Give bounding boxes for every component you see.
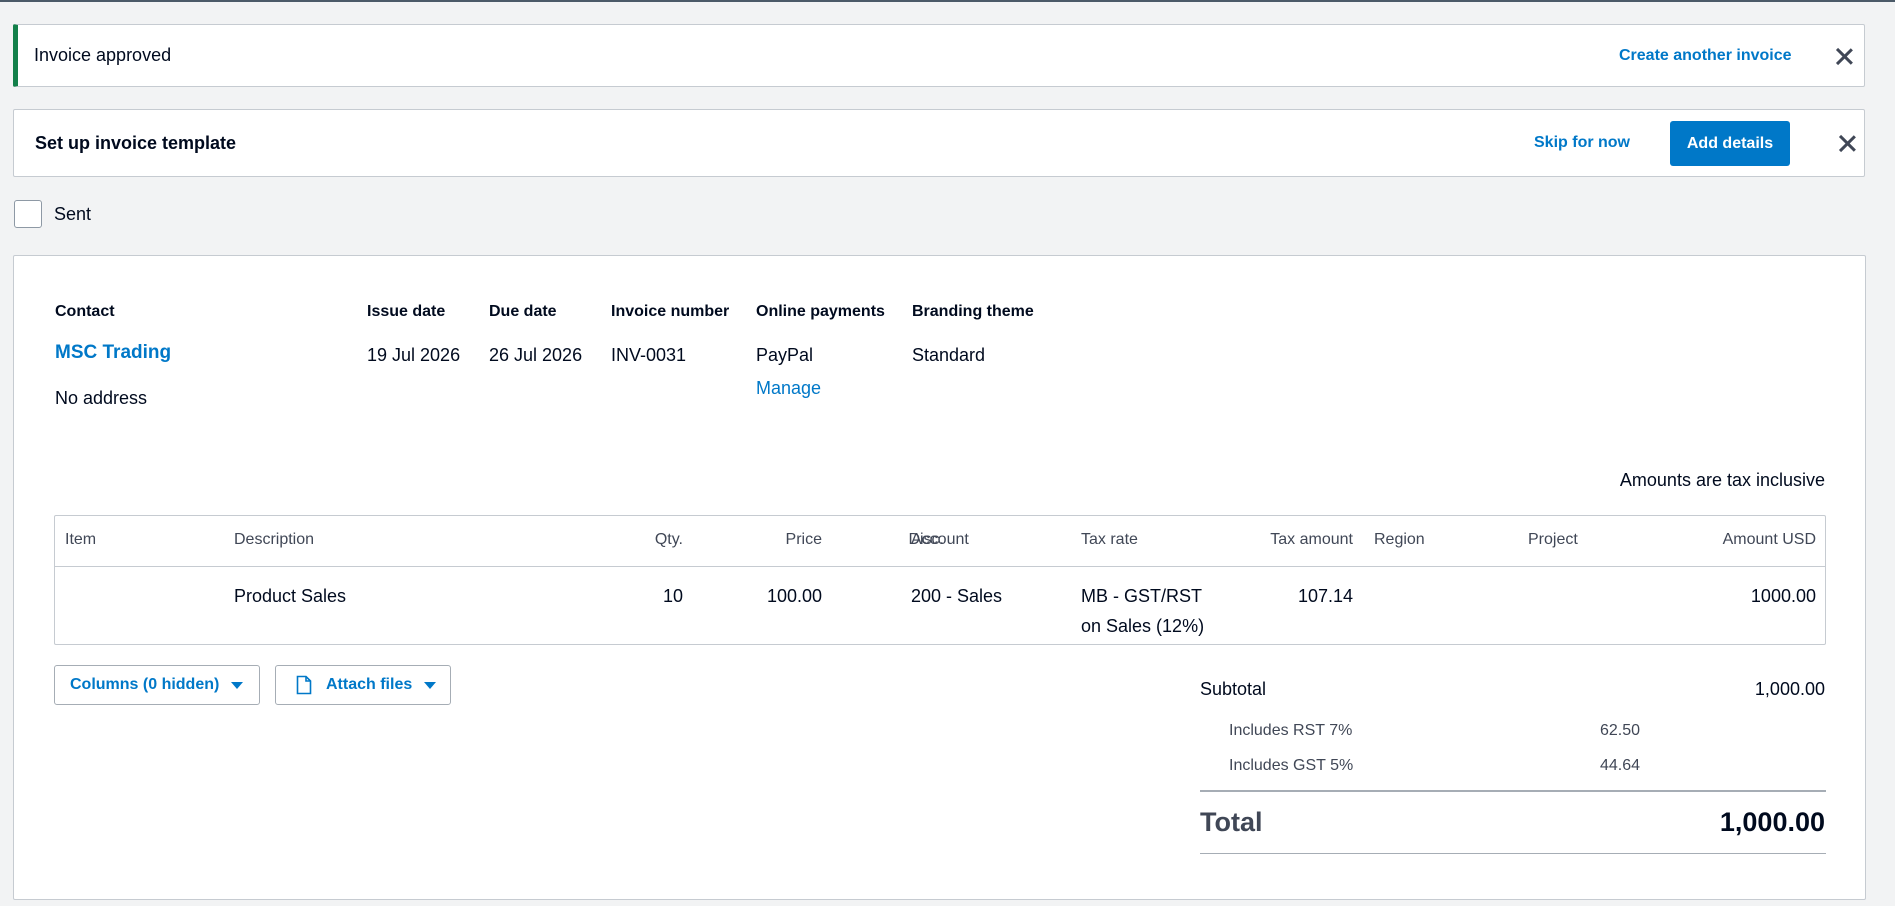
contact-address: No address — [55, 388, 148, 408]
row-tax-rate[interactable]: MB - GST/RST on Sales (12%) — [1081, 581, 1204, 641]
add-details-button[interactable]: Add details — [1670, 121, 1790, 166]
contact-label: Contact — [55, 303, 115, 320]
column-header-region: Region — [1374, 531, 1425, 548]
gst-tax-value: 44.64 — [1599, 757, 1640, 774]
invoice-number-label: Invoice number — [611, 303, 730, 320]
row-tax-rate-line1: MB - GST/RST — [1081, 586, 1202, 606]
total-bottom-divider — [1200, 853, 1826, 854]
payment-provider: PayPal — [756, 345, 814, 365]
due-date-label: Due date — [489, 303, 557, 320]
invoice-number-value: INV-0031 — [611, 345, 687, 365]
columns-button-label: Columns (0 hidden) — [70, 676, 220, 693]
gst-tax-label: Includes GST 5% — [1229, 757, 1354, 774]
issue-date-value: 19 Jul 2026 — [367, 345, 461, 365]
row-tax-rate-line2: on Sales (12%) — [1081, 616, 1205, 636]
chevron-down-icon — [231, 681, 244, 689]
total-divider — [1200, 790, 1826, 792]
invoice-approved-banner: Invoice approved Create another invoice — [13, 24, 1865, 87]
close-icon[interactable] — [1833, 45, 1855, 67]
tax-inclusive-note[interactable]: Amounts are tax inclusive — [1620, 470, 1825, 491]
columns-dropdown-button[interactable]: Columns (0 hidden) — [54, 665, 260, 705]
row-price[interactable]: 100.00 — [767, 581, 822, 611]
document-icon — [296, 675, 312, 695]
rst-tax-label: Includes RST 7% — [1229, 722, 1353, 739]
chevron-down-icon — [424, 681, 437, 689]
sent-label: Sent — [54, 204, 92, 224]
row-description[interactable]: Product Sales — [234, 581, 346, 611]
invoice-template-banner: Set up invoice template Skip for now — [13, 109, 1865, 177]
table-header: Item Description Qty. Price Disc. Accoun… — [55, 516, 1825, 567]
top-border — [0, 0, 1895, 2]
online-payments-label: Online payments — [756, 303, 885, 320]
row-account[interactable]: 200 - Sales — [911, 581, 1002, 611]
skip-for-now-link[interactable]: Skip for now — [1534, 134, 1630, 152]
total-value: 1,000.00 — [1719, 807, 1825, 837]
row-qty[interactable]: 10 — [663, 581, 683, 611]
create-another-invoice-link[interactable]: Create another invoice — [1619, 47, 1792, 65]
subtotal-label: Subtotal — [1200, 679, 1267, 699]
banner-message: Invoice approved — [34, 45, 172, 65]
due-date-value: 26 Jul 2026 — [489, 345, 583, 365]
column-header-project: Project — [1528, 531, 1578, 548]
branding-theme-label: Branding theme — [912, 303, 1034, 320]
sent-checkbox[interactable] — [14, 200, 42, 228]
row-amount[interactable]: 1000.00 — [1751, 581, 1816, 611]
contact-name-link[interactable]: MSC Trading — [55, 342, 171, 364]
column-header-tax-rate: Tax rate — [1081, 531, 1138, 548]
banner-title: Set up invoice template — [35, 132, 237, 153]
issue-date-label: Issue date — [367, 303, 446, 320]
column-header-description: Description — [234, 531, 315, 548]
column-header-account: Account — [911, 531, 969, 548]
attach-files-label: Attach files — [326, 676, 413, 693]
branding-theme-value[interactable]: Standard — [912, 345, 985, 366]
column-header-qty: Qty. — [654, 531, 683, 548]
row-tax-amount[interactable]: 107.14 — [1298, 581, 1353, 611]
close-icon[interactable] — [1836, 132, 1858, 154]
line-items-table: Item Description Qty. Price Disc. Accoun… — [54, 515, 1826, 645]
column-header-tax-amount: Tax amount — [1270, 531, 1353, 548]
attach-files-button[interactable]: Attach files — [275, 665, 451, 705]
total-label: Total — [1200, 807, 1263, 837]
subtotal-value: 1,000.00 — [1754, 679, 1825, 699]
column-header-price: Price — [785, 531, 822, 548]
rst-tax-value: 62.50 — [1599, 722, 1640, 739]
manage-payments-link[interactable]: Manage — [756, 378, 821, 399]
column-header-item: Item — [65, 531, 97, 548]
invoice-card: Contact MSC Trading No address Issue dat… — [13, 255, 1866, 900]
column-header-amount: Amount USD — [1722, 531, 1816, 548]
